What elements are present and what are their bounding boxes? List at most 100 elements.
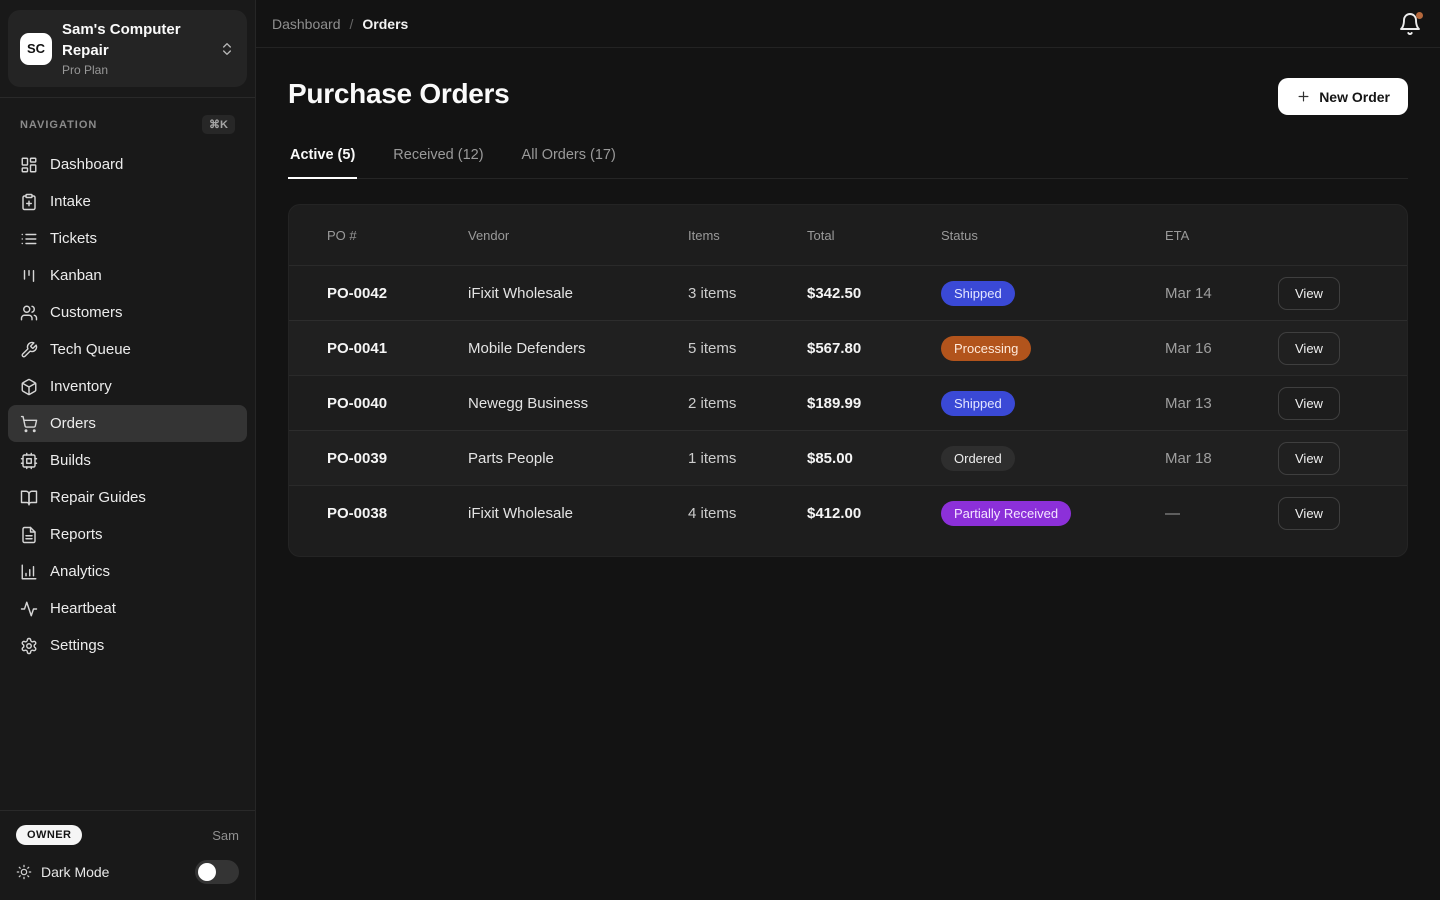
- org-name: Sam's Computer Repair: [62, 20, 209, 61]
- breadcrumb-dashboard[interactable]: Dashboard: [272, 16, 341, 32]
- notifications-button[interactable]: [1398, 12, 1422, 36]
- page-title: Purchase Orders: [288, 78, 509, 110]
- items-count: 3 items: [688, 285, 807, 302]
- sun-icon: [16, 864, 32, 880]
- tab-active-5[interactable]: Active (5): [288, 147, 357, 179]
- tab-received-12[interactable]: Received (12): [391, 147, 485, 179]
- items-count: 1 items: [688, 450, 807, 467]
- toggle-knob: [198, 863, 216, 881]
- role-badge: OWNER: [16, 825, 82, 845]
- table-row[interactable]: PO-0041 Mobile Defenders 5 items $567.80…: [289, 320, 1407, 375]
- sidebar-item-heartbeat[interactable]: Heartbeat: [8, 590, 247, 627]
- settings-icon: [20, 637, 38, 655]
- orders-table-card: PO #VendorItemsTotalStatusETA PO-0042 iF…: [288, 204, 1408, 557]
- sidebar-item-kanban[interactable]: Kanban: [8, 257, 247, 294]
- sidebar-item-analytics[interactable]: Analytics: [8, 553, 247, 590]
- dark-mode-label: Dark Mode: [41, 864, 186, 880]
- vendor-name: iFixit Wholesale: [468, 505, 688, 522]
- topbar: Dashboard / Orders: [256, 0, 1440, 48]
- nav-list: Dashboard Intake Tickets Kanban Customer…: [0, 144, 255, 666]
- kanban-icon: [20, 267, 38, 285]
- sidebar-item-customers[interactable]: Customers: [8, 294, 247, 331]
- po-number: PO-0042: [327, 285, 468, 302]
- sidebar-item-dashboard[interactable]: Dashboard: [8, 146, 247, 183]
- command-k-shortcut[interactable]: ⌘K: [202, 115, 235, 134]
- column-header: Items: [688, 228, 807, 243]
- order-total: $85.00: [807, 450, 941, 467]
- view-button[interactable]: View: [1278, 387, 1340, 420]
- table-row[interactable]: PO-0042 iFixit Wholesale 3 items $342.50…: [289, 265, 1407, 320]
- sidebar-item-label: Tech Queue: [50, 341, 131, 358]
- user-name: Sam: [212, 828, 239, 843]
- status-badge: Processing: [941, 336, 1031, 361]
- dashboard-icon: [20, 156, 38, 174]
- view-button[interactable]: View: [1278, 442, 1340, 475]
- po-number: PO-0041: [327, 340, 468, 357]
- sidebar-item-reports[interactable]: Reports: [8, 516, 247, 553]
- sidebar-item-inventory[interactable]: Inventory: [8, 368, 247, 405]
- view-button[interactable]: View: [1278, 497, 1340, 530]
- activity-icon: [20, 600, 38, 618]
- package-icon: [20, 378, 38, 396]
- column-header: Vendor: [468, 228, 688, 243]
- sidebar-item-label: Tickets: [50, 230, 97, 247]
- notification-dot: [1416, 12, 1423, 19]
- tabs: Active (5) Received (12) All Orders (17): [288, 147, 1408, 179]
- column-header: Total: [807, 228, 941, 243]
- clipboard-plus-icon: [20, 193, 38, 211]
- eta-date: Mar 18: [1165, 450, 1278, 467]
- sidebar-item-intake[interactable]: Intake: [8, 183, 247, 220]
- sidebar-item-label: Reports: [50, 526, 103, 543]
- table-row[interactable]: PO-0040 Newegg Business 2 items $189.99 …: [289, 375, 1407, 430]
- column-header: ETA: [1165, 228, 1278, 243]
- order-total: $189.99: [807, 395, 941, 412]
- page-header: Purchase Orders New Order: [288, 78, 1408, 115]
- sidebar-item-label: Heartbeat: [50, 600, 116, 617]
- sidebar-item-label: Customers: [50, 304, 123, 321]
- file-text-icon: [20, 526, 38, 544]
- nav-header: NAVIGATION ⌘K: [0, 98, 255, 144]
- eta-date: —: [1165, 505, 1278, 522]
- breadcrumb-orders: Orders: [362, 16, 408, 32]
- po-number: PO-0040: [327, 395, 468, 412]
- breadcrumb-separator: /: [350, 16, 354, 32]
- sidebar-item-label: Orders: [50, 415, 96, 432]
- nav-section-label: NAVIGATION: [20, 119, 97, 131]
- chevrons-up-down-icon: [219, 41, 235, 57]
- dark-mode-toggle[interactable]: [195, 860, 239, 884]
- eta-date: Mar 16: [1165, 340, 1278, 357]
- users-icon: [20, 304, 38, 322]
- tab-all-orders-17[interactable]: All Orders (17): [520, 147, 618, 179]
- bar-chart-icon: [20, 563, 38, 581]
- breadcrumb: Dashboard / Orders: [272, 16, 408, 32]
- vendor-name: Mobile Defenders: [468, 340, 688, 357]
- table-row[interactable]: PO-0039 Parts People 1 items $85.00 Orde…: [289, 430, 1407, 485]
- sidebar-item-repair-guides[interactable]: Repair Guides: [8, 479, 247, 516]
- po-number: PO-0039: [327, 450, 468, 467]
- sidebar-item-orders[interactable]: Orders: [8, 405, 247, 442]
- table-row[interactable]: PO-0038 iFixit Wholesale 4 items $412.00…: [289, 485, 1407, 540]
- owner-row: OWNER Sam: [16, 825, 239, 845]
- eta-date: Mar 14: [1165, 285, 1278, 302]
- items-count: 5 items: [688, 340, 807, 357]
- org-switcher[interactable]: SC Sam's Computer Repair Pro Plan: [8, 10, 247, 87]
- sidebar: SC Sam's Computer Repair Pro Plan NAVIGA…: [0, 0, 256, 900]
- new-order-label: New Order: [1319, 89, 1390, 105]
- sidebar-item-tickets[interactable]: Tickets: [8, 220, 247, 257]
- sidebar-item-settings[interactable]: Settings: [8, 627, 247, 664]
- org-avatar: SC: [20, 33, 52, 65]
- sidebar-item-label: Kanban: [50, 267, 102, 284]
- view-button[interactable]: View: [1278, 277, 1340, 310]
- po-number: PO-0038: [327, 505, 468, 522]
- items-count: 4 items: [688, 505, 807, 522]
- new-order-button[interactable]: New Order: [1278, 78, 1408, 115]
- sidebar-item-label: Dashboard: [50, 156, 123, 173]
- view-button[interactable]: View: [1278, 332, 1340, 365]
- vendor-name: iFixit Wholesale: [468, 285, 688, 302]
- sidebar-item-builds[interactable]: Builds: [8, 442, 247, 479]
- column-header: Status: [941, 228, 1165, 243]
- sidebar-item-tech-queue[interactable]: Tech Queue: [8, 331, 247, 368]
- wrench-icon: [20, 341, 38, 359]
- status-badge: Partially Received: [941, 501, 1071, 526]
- eta-date: Mar 13: [1165, 395, 1278, 412]
